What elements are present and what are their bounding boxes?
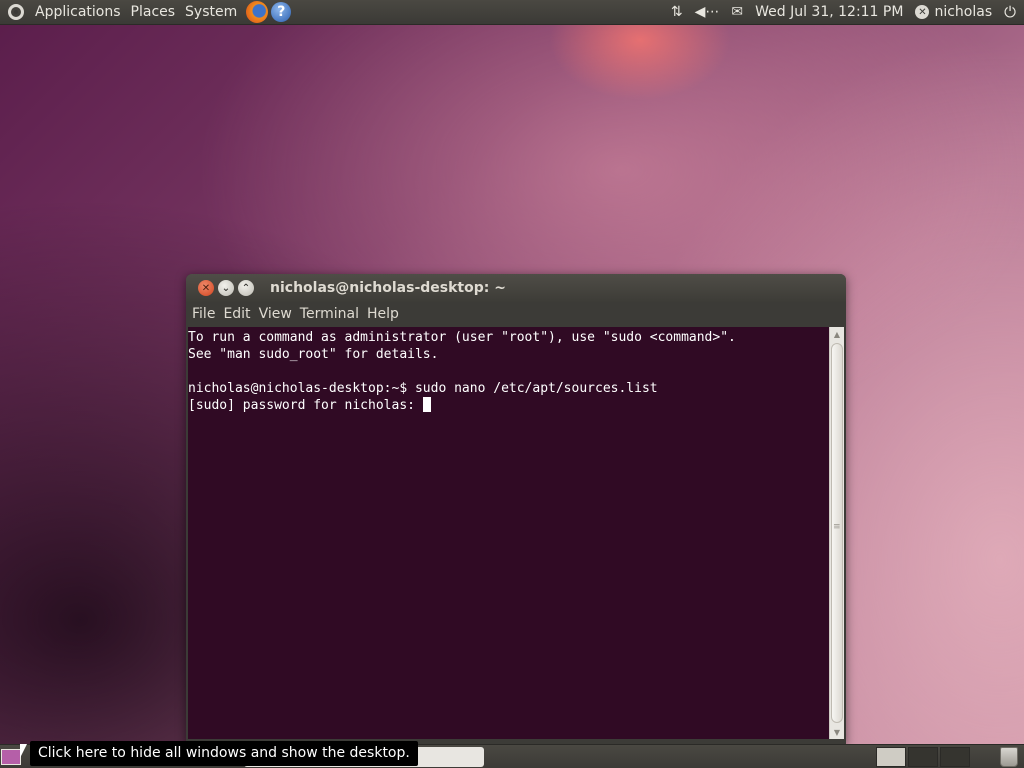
scroll-down-arrow-icon[interactable]: ▼ bbox=[830, 725, 844, 739]
menu-system[interactable]: System bbox=[180, 0, 242, 24]
terminal-window: ✕ ⌄ ⌃ nicholas@nicholas-desktop: ~ File … bbox=[186, 274, 846, 744]
workspace-switcher bbox=[876, 747, 972, 767]
show-desktop-button[interactable] bbox=[1, 749, 21, 765]
terminal-output[interactable]: To run a command as administrator (user … bbox=[188, 327, 829, 739]
scrollbar[interactable]: ▲ ▼ bbox=[829, 327, 844, 739]
ubuntu-logo-icon[interactable] bbox=[8, 4, 24, 20]
minimize-button[interactable]: ⌄ bbox=[218, 280, 234, 296]
user-name: nicholas bbox=[934, 4, 993, 20]
help-icon[interactable]: ? bbox=[271, 2, 292, 22]
terminal-line: See "man sudo_root" for details. bbox=[188, 347, 439, 362]
panel-menu-left: Applications Places System ? bbox=[0, 0, 292, 24]
text-cursor bbox=[422, 397, 431, 412]
top-panel: Applications Places System ? ⇅ ◀⋯ ✉ Wed … bbox=[0, 0, 1024, 25]
panel-menu-right: ⇅ ◀⋯ ✉ Wed Jul 31, 12:11 PM ✕ nicholas ⏻ bbox=[665, 0, 1024, 24]
trash-icon[interactable] bbox=[1000, 747, 1018, 767]
maximize-button[interactable]: ⌃ bbox=[238, 280, 254, 296]
terminal-text: To run a command as administrator (user … bbox=[188, 327, 829, 414]
workspace-2[interactable] bbox=[908, 747, 938, 767]
terminal-line: [sudo] password for nicholas: bbox=[188, 398, 423, 413]
terminal-menubar: File Edit View Terminal Help bbox=[186, 302, 846, 326]
clock[interactable]: Wed Jul 31, 12:11 PM bbox=[755, 4, 903, 20]
network-icon[interactable]: ⇅ bbox=[671, 4, 683, 20]
terminal-line: nicholas@nicholas-desktop:~$ sudo nano /… bbox=[188, 381, 658, 396]
menu-view[interactable]: View bbox=[255, 302, 296, 326]
tooltip: Click here to hide all windows and show … bbox=[30, 741, 418, 766]
menu-applications[interactable]: Applications bbox=[30, 0, 126, 24]
menu-terminal[interactable]: Terminal bbox=[296, 302, 363, 326]
menu-places[interactable]: Places bbox=[126, 0, 181, 24]
workspace-3[interactable] bbox=[940, 747, 970, 767]
workspace-1[interactable] bbox=[876, 747, 906, 767]
terminal-line: To run a command as administrator (user … bbox=[188, 330, 736, 345]
title-bar[interactable]: ✕ ⌄ ⌃ nicholas@nicholas-desktop: ~ bbox=[186, 274, 846, 302]
menu-file[interactable]: File bbox=[188, 302, 219, 326]
scroll-up-arrow-icon[interactable]: ▲ bbox=[830, 327, 844, 341]
menu-help[interactable]: Help bbox=[363, 302, 403, 326]
window-title: nicholas@nicholas-desktop: ~ bbox=[270, 280, 506, 296]
scroll-thumb[interactable] bbox=[831, 343, 843, 723]
close-button[interactable]: ✕ bbox=[198, 280, 214, 296]
menu-edit[interactable]: Edit bbox=[219, 302, 254, 326]
volume-icon[interactable]: ◀⋯ bbox=[695, 4, 720, 20]
mail-icon[interactable]: ✉ bbox=[731, 4, 743, 20]
mouse-pointer-icon bbox=[20, 744, 27, 758]
user-status-icon: ✕ bbox=[915, 5, 930, 19]
power-icon[interactable]: ⏻ bbox=[1004, 3, 1016, 21]
user-menu[interactable]: ✕ nicholas bbox=[915, 4, 992, 20]
firefox-icon[interactable] bbox=[246, 1, 269, 23]
